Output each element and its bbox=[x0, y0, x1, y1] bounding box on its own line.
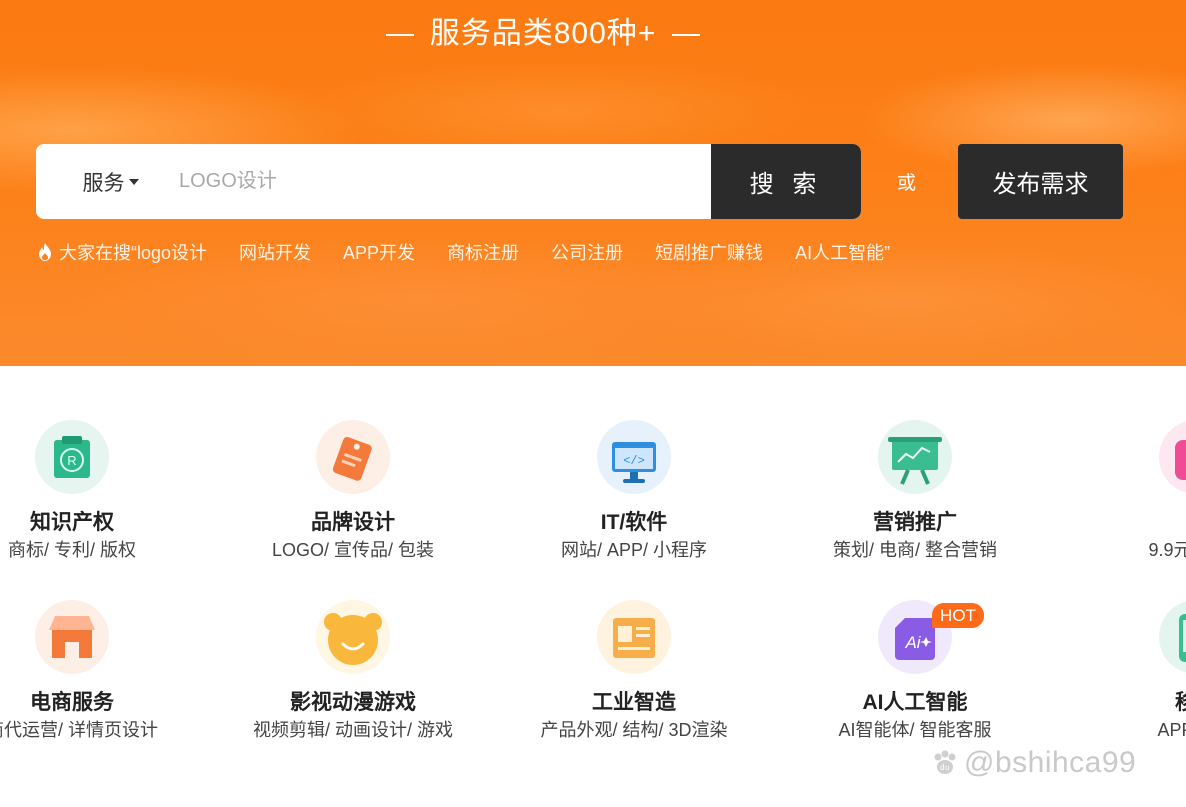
hot-link-app[interactable]: APP开发 bbox=[343, 239, 415, 265]
hero-title-text: 服务品类800种+ bbox=[429, 17, 657, 50]
category-subtitle: 商标/ 专利/ 版权 bbox=[7, 540, 136, 560]
category-title: AI bbox=[1066, 506, 1186, 530]
ai-pink-icon: Ai bbox=[1159, 420, 1186, 494]
id-card-icon bbox=[597, 600, 671, 674]
shop-icon bbox=[35, 600, 109, 674]
fire-icon bbox=[39, 243, 51, 261]
hot-link-company[interactable]: 公司注册 bbox=[551, 239, 623, 265]
category-subtitle: APP开发/ bbox=[1157, 720, 1186, 740]
category-title: 品牌设计 bbox=[311, 511, 395, 534]
category-title: AI人工智能 bbox=[862, 691, 968, 714]
or-text: 或 bbox=[897, 173, 917, 194]
hot-search-prefix: 大家在搜“ bbox=[59, 243, 137, 263]
svg-text:</>: </> bbox=[623, 454, 645, 468]
category-title: 电商服务 bbox=[30, 691, 114, 714]
publish-demand-button[interactable]: 发布需求 bbox=[958, 144, 1123, 219]
search-input[interactable] bbox=[179, 144, 711, 219]
hot-link-trademark[interactable]: 商标注册 bbox=[447, 239, 519, 265]
category-subtitle: 视频剪辑/ 动画设计/ 游戏 bbox=[252, 720, 453, 740]
title-dash-right bbox=[672, 34, 701, 37]
search-type-dropdown[interactable]: 服务 bbox=[36, 144, 186, 219]
paw-icon: du bbox=[934, 750, 956, 774]
hero-banner: 服务品类800种+ 服务 搜 索 或 发布需求 大家在搜“ logo设计 网站开… bbox=[0, 0, 1186, 366]
svg-text:Ai: Ai bbox=[904, 633, 921, 652]
hot-badge: HOT bbox=[932, 603, 984, 628]
category-title: 知识产权 bbox=[30, 511, 114, 534]
trademark-icon: R bbox=[35, 420, 109, 494]
code-monitor-icon: </> bbox=[597, 420, 671, 494]
chevron-down-icon bbox=[128, 178, 139, 185]
svg-text:R: R bbox=[67, 453, 76, 468]
bear-face-icon bbox=[316, 600, 390, 674]
watermark: du @bshihca99 bbox=[930, 746, 1136, 780]
hot-link-website[interactable]: 网站开发 bbox=[239, 239, 311, 265]
search-type-label: 服务 bbox=[82, 171, 125, 195]
hot-search-row: 大家在搜“ logo设计 网站开发 APP开发 商标注册 公司注册 短剧推广赚钱… bbox=[36, 240, 890, 264]
category-title: IT/软件 bbox=[600, 511, 668, 534]
category-title: 影视动漫游戏 bbox=[290, 691, 416, 714]
hot-link-logo[interactable]: logo设计 bbox=[137, 239, 207, 265]
category-subtitle: 策划/ 电商/ 整合营销 bbox=[832, 540, 997, 560]
category-subtitle: 产品外观/ 结构/ 3D渲染 bbox=[540, 720, 728, 740]
category-subtitle: AI智能体/ 智能客服 bbox=[838, 720, 992, 740]
category-subtitle: 网站/ APP/ 小程序 bbox=[560, 540, 708, 560]
hero-title: 服务品类800种+ bbox=[0, 8, 1086, 52]
search-box: 服务 搜 索 bbox=[36, 144, 861, 219]
watermark-text: @bshihca99 bbox=[964, 746, 1137, 779]
marketing-board-icon bbox=[878, 420, 952, 494]
category-subtitle: 9.9元LOGO bbox=[1148, 540, 1186, 560]
brand-tag-icon bbox=[316, 420, 390, 494]
category-title: 工业智造 bbox=[592, 691, 676, 714]
svg-text:du: du bbox=[940, 763, 950, 772]
category-title: 营销推广 bbox=[873, 511, 957, 534]
category-title: 移动 bbox=[1175, 691, 1186, 714]
mobile-green-icon bbox=[1159, 600, 1186, 674]
title-dash-left bbox=[385, 34, 414, 37]
search-button[interactable]: 搜 索 bbox=[711, 144, 861, 219]
category-subtitle: 商代运营/ 详情页设计 bbox=[0, 720, 158, 740]
hot-link-ai[interactable]: AI人工智能” bbox=[795, 239, 890, 265]
category-subtitle: LOGO/ 宣传品/ 包装 bbox=[271, 540, 435, 560]
hot-link-short-drama[interactable]: 短剧推广赚钱 bbox=[655, 239, 763, 265]
